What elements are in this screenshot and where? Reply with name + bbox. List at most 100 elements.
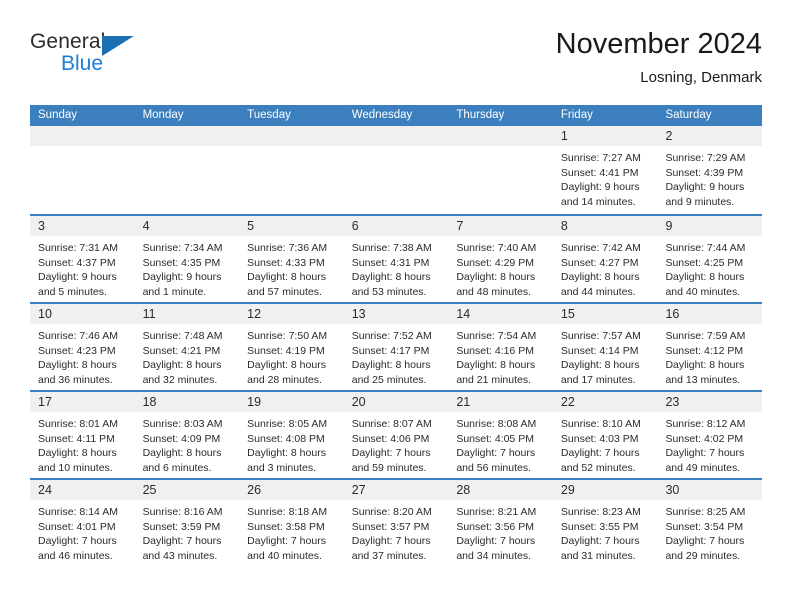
daylight-text-line1: Daylight: 7 hours xyxy=(456,535,536,547)
calendar-day-cell[interactable]: 7 Sunrise: 7:40 AM Sunset: 4:29 PM Daylight… xyxy=(448,216,553,302)
day-number-band: 10 xyxy=(30,304,135,324)
calendar-day-cell[interactable]: 9 Sunrise: 7:44 AM Sunset: 4:25 PM Daylight… xyxy=(657,216,763,302)
day-details xyxy=(448,146,553,151)
weekday-header-wednesday: Wednesday xyxy=(351,109,413,121)
day-details: Sunrise: 7:29 AM Sunset: 4:39 PM Daylight:… xyxy=(657,146,762,209)
sunrise-text: Sunrise: 8:07 AM xyxy=(351,418,432,430)
calendar-week-row: 10 Sunrise: 7:46 AM Sunset: 4:23 PM Dayligh… xyxy=(30,302,763,390)
calendar-day-cell[interactable]: 24 Sunrise: 8:14 AM Sunset: 4:01 PM Dayligh… xyxy=(30,480,135,566)
calendar-day-cell[interactable]: 2 Sunrise: 7:29 AM Sunset: 4:39 PM Daylight… xyxy=(657,126,763,214)
sunrise-text: Sunrise: 8:05 AM xyxy=(247,418,328,430)
sunset-text: Sunset: 4:29 PM xyxy=(456,256,534,269)
daylight-text-line2: and 57 minutes. xyxy=(247,285,322,298)
day-number: 14 xyxy=(456,307,471,321)
day-number: 24 xyxy=(38,483,52,497)
daylight-text-line2: and 3 minutes. xyxy=(247,461,317,474)
day-number-band: 7 xyxy=(448,216,553,236)
daylight-text-line2: and 49 minutes. xyxy=(665,461,741,474)
calendar-day-cell[interactable]: 27 Sunrise: 8:20 AM Sunset: 3:57 PM Dayligh… xyxy=(343,480,449,566)
calendar-day-cell[interactable]: 20 Sunrise: 8:07 AM Sunset: 4:06 PM Dayligh… xyxy=(343,392,449,478)
day-number: 4 xyxy=(142,219,150,233)
day-number: 17 xyxy=(38,395,52,409)
calendar-day-cell[interactable]: 12 Sunrise: 7:50 AM Sunset: 4:19 PM Dayligh… xyxy=(239,304,344,390)
day-details: Sunrise: 8:03 AM Sunset: 4:09 PM Daylight:… xyxy=(135,412,240,475)
general-blue-logo[interactable]: General Blue xyxy=(30,30,170,88)
sunset-text: Sunset: 3:54 PM xyxy=(665,520,744,533)
day-number-band: 20 xyxy=(343,392,449,412)
daylight-text-line1: Daylight: 7 hours xyxy=(665,447,745,459)
day-number-band: 8 xyxy=(552,216,658,236)
daylight-text-line1: Daylight: 9 hours xyxy=(560,181,640,193)
calendar-day-cell[interactable]: 16 Sunrise: 7:59 AM Sunset: 4:12 PM Dayligh… xyxy=(657,304,763,390)
title-block: November 2024 Losning, Denmark xyxy=(556,26,762,88)
calendar-day-cell[interactable]: 28 Sunrise: 8:21 AM Sunset: 3:56 PM Dayligh… xyxy=(448,480,553,566)
day-number: 26 xyxy=(247,483,262,497)
daylight-text-line1: Daylight: 8 hours xyxy=(665,271,745,283)
calendar-day-cell[interactable]: 25 Sunrise: 8:16 AM Sunset: 3:59 PM Dayligh… xyxy=(134,480,240,566)
sunset-text: Sunset: 3:56 PM xyxy=(456,520,534,533)
sunset-text: Sunset: 3:59 PM xyxy=(142,520,221,533)
daylight-text-line2: and 36 minutes. xyxy=(38,373,113,386)
day-number: 1 xyxy=(560,129,568,143)
calendar-day-cell[interactable]: 23 Sunrise: 8:12 AM Sunset: 4:02 PM Dayligh… xyxy=(657,392,763,478)
sunset-text: Sunset: 4:09 PM xyxy=(142,432,221,445)
daylight-text-line2: and 1 minute. xyxy=(142,285,207,298)
calendar-day-cell[interactable]: 30 Sunrise: 8:25 AM Sunset: 3:54 PM Dayligh… xyxy=(657,480,763,566)
calendar-day-cell[interactable]: 6 Sunrise: 7:38 AM Sunset: 4:31 PM Daylight… xyxy=(343,216,449,302)
day-number: 11 xyxy=(142,307,156,321)
daylight-text-line1: Daylight: 8 hours xyxy=(665,359,745,371)
day-details: Sunrise: 8:23 AM Sunset: 3:55 PM Daylight:… xyxy=(553,500,658,563)
sunset-text: Sunset: 3:58 PM xyxy=(247,520,325,533)
daylight-text-line1: Daylight: 7 hours xyxy=(456,447,536,459)
day-details: Sunrise: 7:44 AM Sunset: 4:25 PM Daylight:… xyxy=(657,236,762,299)
day-number-band: 4 xyxy=(134,216,240,236)
calendar-day-cell[interactable]: 4 Sunrise: 7:34 AM Sunset: 4:35 PM Daylight… xyxy=(134,216,240,302)
sunrise-text: Sunrise: 7:57 AM xyxy=(560,330,641,342)
sunset-text: Sunset: 4:12 PM xyxy=(665,344,744,357)
calendar-day-cell[interactable]: 3 Sunrise: 7:31 AM Sunset: 4:37 PM Daylight… xyxy=(30,216,135,302)
daylight-text-line1: Daylight: 7 hours xyxy=(351,447,431,459)
calendar-day-cell[interactable]: 15 Sunrise: 7:57 AM Sunset: 4:14 PM Dayligh… xyxy=(552,304,658,390)
calendar-day-cell[interactable]: 11 Sunrise: 7:48 AM Sunset: 4:21 PM Dayligh… xyxy=(134,304,240,390)
calendar-day-cell[interactable]: 21 Sunrise: 8:08 AM Sunset: 4:05 PM Dayligh… xyxy=(448,392,553,478)
calendar-day-cell[interactable]: 17 Sunrise: 8:01 AM Sunset: 4:11 PM Dayligh… xyxy=(30,392,135,478)
daylight-text-line1: Daylight: 8 hours xyxy=(38,359,117,371)
calendar-day-cell[interactable]: 13 Sunrise: 7:52 AM Sunset: 4:17 PM Dayligh… xyxy=(343,304,449,390)
day-number: 3 xyxy=(38,219,45,233)
calendar-day-cell[interactable]: 19 Sunrise: 8:05 AM Sunset: 4:08 PM Dayligh… xyxy=(239,392,344,478)
sunset-text: Sunset: 4:02 PM xyxy=(665,432,744,445)
day-number: 16 xyxy=(665,307,680,321)
day-details xyxy=(239,146,344,151)
day-number-band: 14 xyxy=(448,304,553,324)
calendar-day-cell[interactable]: 29 Sunrise: 8:23 AM Sunset: 3:55 PM Dayligh… xyxy=(552,480,658,566)
calendar-day-cell[interactable]: 18 Sunrise: 8:03 AM Sunset: 4:09 PM Dayligh… xyxy=(134,392,240,478)
daylight-text-line2: and 29 minutes. xyxy=(665,549,741,562)
sunrise-text: Sunrise: 7:27 AM xyxy=(560,152,641,164)
daylight-text-line2: and 6 minutes. xyxy=(142,461,212,474)
day-details: Sunrise: 8:12 AM Sunset: 4:02 PM Daylight:… xyxy=(657,412,762,475)
logo-text-blue: Blue xyxy=(61,52,104,75)
calendar-day-cell[interactable]: 22 Sunrise: 8:10 AM Sunset: 4:03 PM Dayligh… xyxy=(552,392,658,478)
day-details xyxy=(344,146,449,151)
day-details: Sunrise: 8:01 AM Sunset: 4:11 PM Daylight:… xyxy=(30,412,135,475)
calendar-day-cell[interactable]: 8 Sunrise: 7:42 AM Sunset: 4:27 PM Daylight… xyxy=(552,216,658,302)
daylight-text-line2: and 28 minutes. xyxy=(247,373,322,386)
day-number-band: 1 xyxy=(552,126,658,146)
daylight-text-line1: Daylight: 7 hours xyxy=(665,535,745,547)
sunrise-text: Sunrise: 8:08 AM xyxy=(456,418,537,430)
sunrise-text: Sunrise: 8:14 AM xyxy=(38,506,118,518)
day-details: Sunrise: 7:46 AM Sunset: 4:23 PM Daylight:… xyxy=(30,324,135,387)
weekday-header-sunday: Sunday xyxy=(38,109,78,121)
daylight-text-line2: and 34 minutes. xyxy=(456,549,532,562)
sunrise-text: Sunrise: 7:44 AM xyxy=(665,242,746,254)
calendar-day-cell[interactable]: 5 Sunrise: 7:36 AM Sunset: 4:33 PM Daylight… xyxy=(239,216,344,302)
day-details: Sunrise: 8:21 AM Sunset: 3:56 PM Daylight:… xyxy=(448,500,553,563)
sunrise-text: Sunrise: 7:50 AM xyxy=(247,330,328,342)
sunset-text: Sunset: 3:55 PM xyxy=(560,520,639,533)
sunset-text: Sunset: 4:21 PM xyxy=(142,344,221,357)
calendar-day-cell[interactable]: 14 Sunrise: 7:54 AM Sunset: 4:16 PM Dayligh… xyxy=(448,304,553,390)
calendar-day-cell[interactable]: 26 Sunrise: 8:18 AM Sunset: 3:58 PM Dayligh… xyxy=(239,480,344,566)
calendar-day-cell[interactable]: 10 Sunrise: 7:46 AM Sunset: 4:23 PM Dayligh… xyxy=(30,304,135,390)
daylight-text-line1: Daylight: 8 hours xyxy=(38,447,117,459)
calendar-day-cell[interactable]: 1 Sunrise: 7:27 AM Sunset: 4:41 PM Daylight… xyxy=(552,126,658,214)
